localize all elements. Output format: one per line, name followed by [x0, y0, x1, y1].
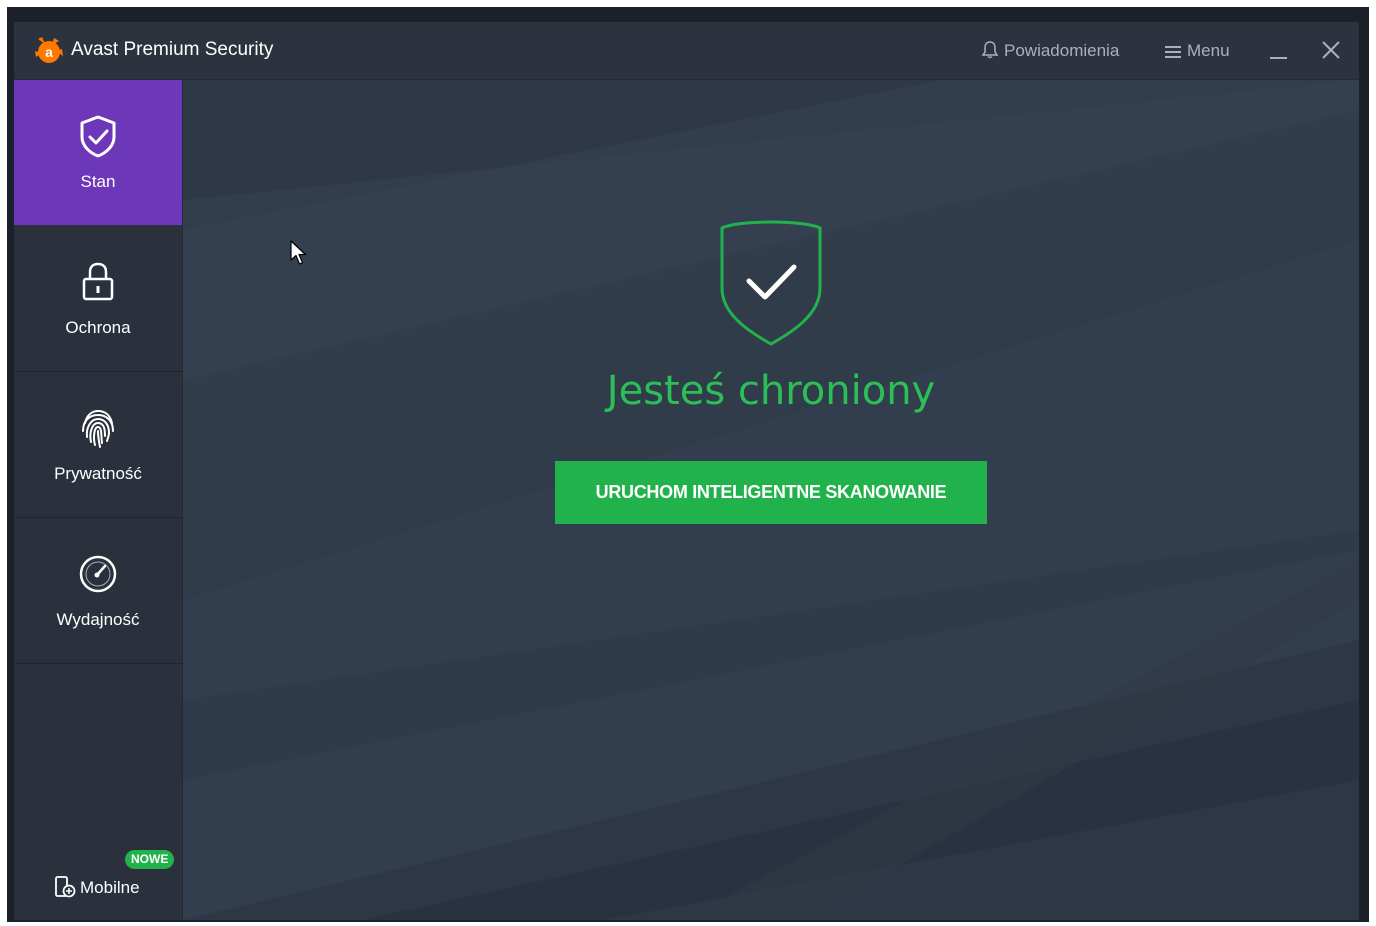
app-window: a Avast Premium Security Powiadomienia M… [14, 22, 1359, 920]
notifications-label: Powiadomienia [1004, 41, 1120, 60]
menu-label: Menu [1187, 41, 1230, 60]
hamburger-icon [1165, 46, 1181, 58]
speedometer-icon [79, 555, 117, 593]
mouse-cursor-icon [290, 240, 307, 265]
notifications-button[interactable]: Powiadomienia [981, 41, 1120, 61]
new-badge: NOWE [125, 850, 175, 869]
sidebar-item-label: Ochrona [65, 318, 131, 337]
minimize-button[interactable] [1268, 36, 1290, 66]
sidebar-item-label: Wydajność [56, 610, 140, 629]
title-bar: a Avast Premium Security Powiadomienia M… [14, 22, 1359, 80]
mobile-label: Mobilne [80, 878, 140, 897]
avast-logo-icon: a [35, 37, 63, 63]
svg-text:a: a [45, 44, 53, 60]
sidebar-item-ochrona[interactable]: Ochrona [14, 226, 182, 372]
shield-check-icon [80, 115, 116, 158]
status-text: Jesteś chroniony [606, 368, 936, 414]
smart-scan-button[interactable]: URUCHOM INTELIGENTNE SKANOWANIE [555, 461, 987, 524]
sidebar-item-stan[interactable]: Stan [14, 80, 182, 225]
sidebar-item-prywatnosc[interactable]: Prywatność [14, 372, 182, 518]
fingerprint-icon [82, 409, 114, 448]
sidebar: Stan Ochrona Prywatność Wydajność NOWE M… [14, 80, 183, 920]
main-panel: Jesteś chroniony URUCHOM INTELIGENTNE SK… [183, 80, 1359, 920]
mobile-button[interactable]: Mobilne [54, 876, 140, 898]
lock-icon [82, 262, 114, 301]
bell-icon [981, 41, 999, 59]
menu-button[interactable]: Menu [1165, 41, 1230, 61]
sidebar-item-wydajnosc[interactable]: Wydajność [14, 518, 182, 664]
app-title: Avast Premium Security [71, 39, 274, 60]
mobile-add-icon [55, 876, 76, 898]
sidebar-item-label: Stan [80, 172, 116, 191]
sidebar-item-label: Prywatność [54, 464, 142, 483]
protected-shield-icon [720, 220, 822, 346]
close-icon[interactable] [1321, 40, 1341, 60]
